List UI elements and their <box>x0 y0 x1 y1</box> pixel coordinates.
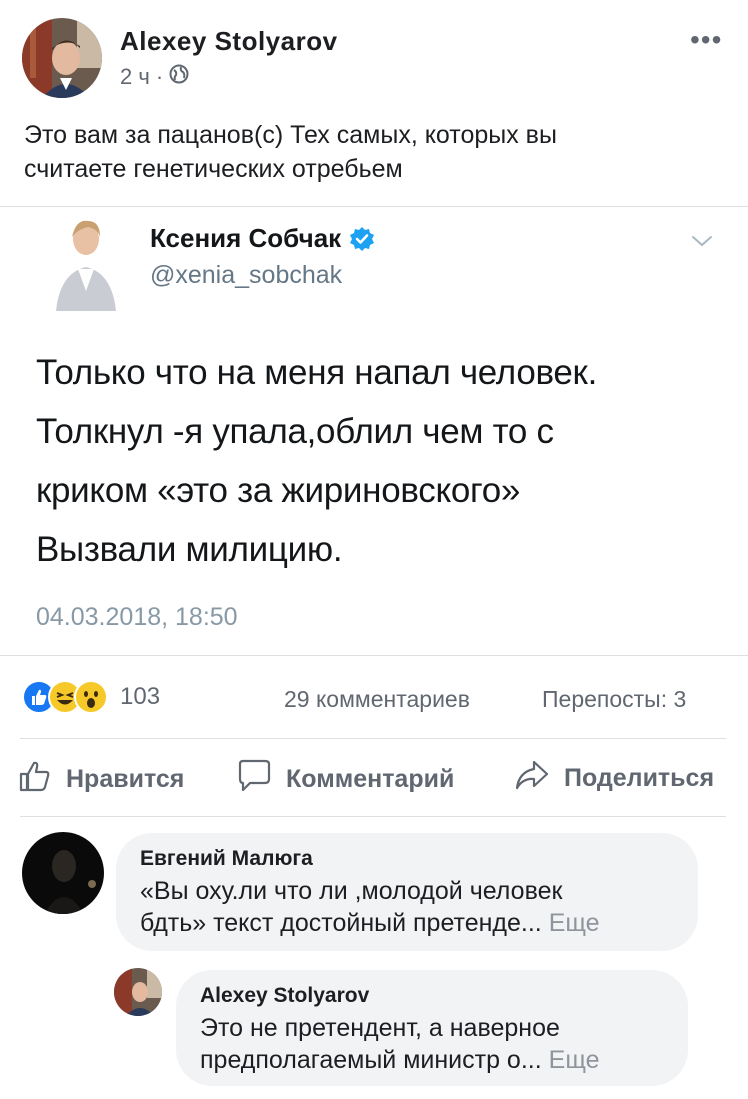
reply-bubble: Alexey Stolyarov Это не претендент, а на… <box>176 970 688 1086</box>
globe-icon <box>169 64 189 90</box>
post-actions-bar: Нравится Комментарий Поделиться <box>0 745 748 811</box>
reply-author[interactable]: Alexey Stolyarov <box>200 984 666 1008</box>
post-header: Alexey Stolyarov 2 ч · ••• <box>0 0 748 110</box>
share-button-label: Поделиться <box>564 764 715 792</box>
comment-bubble-icon <box>236 759 272 800</box>
more-options-button[interactable]: ••• <box>690 26 722 54</box>
post-text: Это вам за пацанов(с) Тех самых, которых… <box>24 118 724 186</box>
tweet-author-name[interactable]: Ксения Собчак <box>150 223 375 254</box>
post-text-line: считаете генетических отребьем <box>24 155 403 183</box>
tweet-author-avatar[interactable] <box>48 211 124 311</box>
chevron-down-icon[interactable] <box>690 231 714 251</box>
tweet-author-name-text: Ксения Собчак <box>150 223 342 253</box>
divider <box>20 816 726 817</box>
post-text-line: Это вам за пацанов(с) Тех самых, которых… <box>24 121 557 149</box>
comments-count-link[interactable]: 29 комментариев <box>284 686 470 713</box>
comment-text-truncated: бдть» текст достойный претенде... <box>140 909 542 937</box>
wow-reaction-icon <box>74 680 108 714</box>
see-more-link[interactable]: Еще <box>549 909 600 937</box>
post-meta: 2 ч · <box>120 64 189 90</box>
thumbs-up-icon <box>18 759 52 800</box>
comment-author[interactable]: Евгений Малюга <box>140 847 676 871</box>
post-stats: 103 29 комментариев Перепосты: 3 <box>0 668 748 728</box>
share-button[interactable]: Поделиться <box>514 759 714 798</box>
divider <box>20 738 726 739</box>
reply-text-line: Это не претендент, а наверное <box>200 1014 560 1042</box>
reactions-summary[interactable]: 103 <box>22 680 160 714</box>
verified-badge-icon <box>349 226 375 252</box>
share-arrow-icon <box>514 759 550 798</box>
tweet-text: Только что на меня напал человек. Толкну… <box>36 343 716 579</box>
post-time[interactable]: 2 ч <box>120 64 150 90</box>
reaction-count[interactable]: 103 <box>120 683 160 711</box>
tweet-date[interactable]: 04.03.2018, 18:50 <box>36 603 238 632</box>
shares-count-link[interactable]: Перепосты: 3 <box>542 686 686 713</box>
commenter-avatar[interactable] <box>22 832 104 914</box>
tweet-text-line: Толкнул -я упала,облил чем то с <box>36 412 554 451</box>
reply-text-truncated: предполагаемый министр о... <box>200 1046 542 1074</box>
tweet-author-handle[interactable]: @xenia_sobchak <box>150 261 342 290</box>
like-button[interactable]: Нравится <box>18 759 184 800</box>
meta-separator: · <box>155 64 164 89</box>
comment-bubble: Евгений Малюга «Вы оху.ли что ли ,молодо… <box>116 833 698 951</box>
reply-author-avatar[interactable] <box>114 968 162 1016</box>
comment-text-line: бдть» текст достойный претенде... Еще <box>140 907 676 939</box>
comment-button-label: Комментарий <box>286 765 455 793</box>
embedded-tweet[interactable]: Ксения Собчак @xenia_sobchak Только что … <box>0 206 748 656</box>
author-avatar[interactable] <box>22 18 102 98</box>
reply-text: Это не претендент, а наверное предполага… <box>200 1012 666 1076</box>
author-name[interactable]: Alexey Stolyarov <box>120 26 338 57</box>
see-more-link[interactable]: Еще <box>549 1046 600 1074</box>
reply-text-line: предполагаемый министр о... Еще <box>200 1044 666 1076</box>
comment-text-line: «Вы оху.ли что ли ,молодой человек <box>140 877 563 905</box>
tweet-text-line: Вызвали милицию. <box>36 530 343 569</box>
comment-text: «Вы оху.ли что ли ,молодой человек бдть»… <box>140 875 676 939</box>
tweet-text-line: Только что на меня напал человек. <box>36 353 597 392</box>
like-button-label: Нравится <box>66 765 185 793</box>
tweet-text-line: криком «это за жириновского» <box>36 471 521 510</box>
comment-button[interactable]: Комментарий <box>236 759 454 800</box>
